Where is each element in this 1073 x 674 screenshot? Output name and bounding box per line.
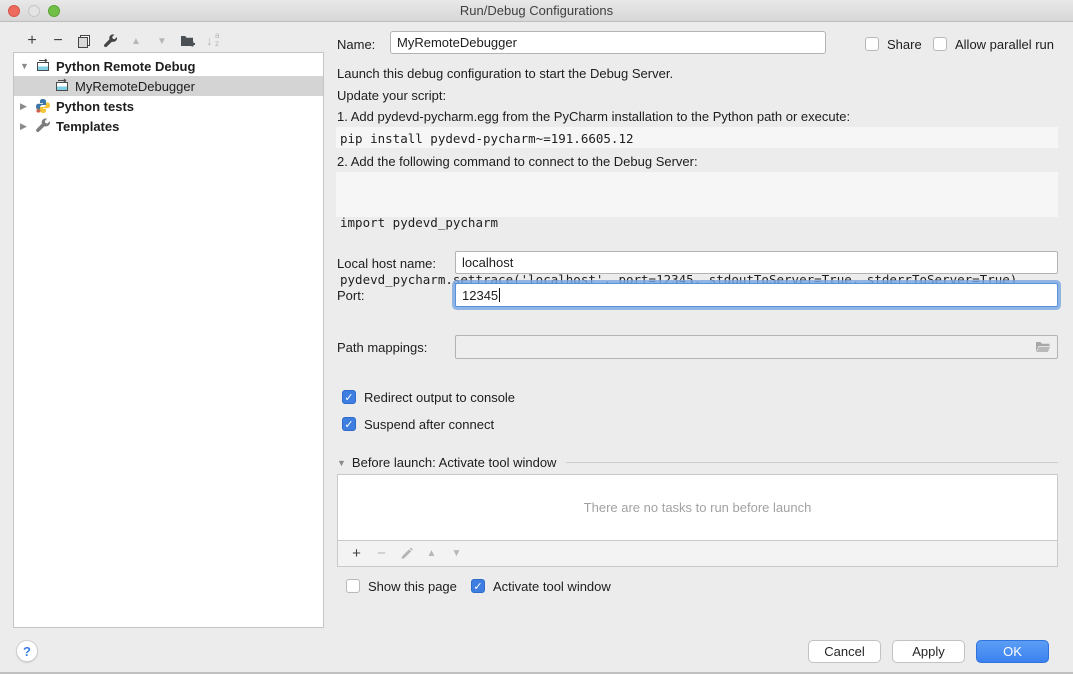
configurations-tree[interactable]: ▼ Python Remote Debug MyRemoteDebugger ▶: [13, 52, 324, 628]
tree-item-myremotedebugger[interactable]: MyRemoteDebugger: [14, 76, 323, 96]
local-host-name-input[interactable]: localhost: [455, 251, 1058, 274]
port-value: 12345: [462, 288, 498, 303]
allow-parallel-run-checkbox[interactable]: Allow parallel run: [933, 36, 1054, 52]
remove-configuration-button[interactable]: −: [45, 31, 71, 51]
tree-item-python-remote-debug[interactable]: ▼ Python Remote Debug: [14, 56, 323, 76]
chevron-collapsed-icon[interactable]: ▶: [20, 121, 35, 132]
activate-tool-window-checkbox[interactable]: Activate tool window: [471, 578, 611, 594]
tree-item-templates[interactable]: ▶ Templates: [14, 116, 323, 136]
section-divider: [566, 462, 1058, 463]
share-label: Share: [887, 37, 922, 52]
tree-item-label: Templates: [56, 119, 119, 134]
move-up-button[interactable]: ▲: [123, 31, 149, 51]
checkbox-checked-icon: [471, 579, 485, 593]
before-launch-toolbar: + − ▲ ▼: [337, 541, 1058, 567]
pip-install-command: pip install pydevd-pycharm~=191.6605.12: [336, 127, 1058, 148]
show-this-page-label: Show this page: [368, 579, 457, 594]
port-label: Port:: [337, 288, 364, 303]
tree-item-python-tests[interactable]: ▶ Python tests: [14, 96, 323, 116]
browse-folder-icon[interactable]: [1035, 340, 1051, 354]
cancel-button[interactable]: Cancel: [808, 640, 881, 663]
remove-task-button[interactable]: −: [369, 544, 394, 564]
chevron-expanded-icon[interactable]: ▼: [337, 458, 346, 468]
templates-wrench-icon: [35, 118, 51, 134]
instruction-step-2: 2. Add the following command to connect …: [337, 154, 698, 169]
window-title: Run/Debug Configurations: [0, 3, 1073, 18]
name-input[interactable]: MyRemoteDebugger: [390, 31, 826, 54]
empty-task-list-message: There are no tasks to run before launch: [584, 500, 812, 515]
remote-debug-config-icon: [54, 78, 70, 94]
activate-tool-window-label: Activate tool window: [493, 579, 611, 594]
path-mappings-label: Path mappings:: [337, 340, 427, 355]
edit-templates-wrench-icon[interactable]: [97, 31, 123, 51]
name-value: MyRemoteDebugger: [397, 35, 517, 50]
tree-item-label: Python tests: [56, 99, 134, 114]
tree-item-label: MyRemoteDebugger: [75, 79, 195, 94]
before-launch-title: Before launch: Activate tool window: [352, 455, 557, 470]
instruction-line-1: Launch this debug configuration to start…: [337, 66, 673, 81]
sort-configurations-icon[interactable]: ↓az: [201, 31, 227, 51]
checkbox-checked-icon: [342, 417, 356, 431]
move-task-up-button[interactable]: ▲: [419, 544, 444, 564]
path-mappings-input[interactable]: [455, 335, 1058, 359]
before-launch-section-header[interactable]: ▼ Before launch: Activate tool window: [337, 455, 1058, 470]
settrace-code-block: import pydevd_pycharm pydevd_pycharm.set…: [336, 172, 1058, 217]
text-cursor: [499, 288, 500, 302]
ok-button[interactable]: OK: [976, 640, 1049, 663]
local-host-name-value: localhost: [462, 255, 513, 270]
suspend-after-connect-label: Suspend after connect: [364, 417, 494, 432]
help-button[interactable]: ?: [16, 640, 38, 662]
allow-parallel-run-label: Allow parallel run: [955, 37, 1054, 52]
copy-configuration-icon[interactable]: [71, 31, 97, 51]
redirect-output-checkbox[interactable]: Redirect output to console: [342, 389, 515, 405]
edit-task-pencil-icon[interactable]: [394, 544, 419, 564]
redirect-output-label: Redirect output to console: [364, 390, 515, 405]
checkbox-unchecked-icon: [933, 37, 947, 51]
checkbox-checked-icon: [342, 390, 356, 404]
add-configuration-button[interactable]: +: [19, 31, 45, 51]
apply-button[interactable]: Apply: [892, 640, 965, 663]
suspend-after-connect-checkbox[interactable]: Suspend after connect: [342, 416, 494, 432]
tree-item-label: Python Remote Debug: [56, 59, 195, 74]
name-label: Name:: [337, 37, 375, 52]
add-task-button[interactable]: +: [344, 544, 369, 564]
move-task-down-button[interactable]: ▼: [444, 544, 469, 564]
local-host-name-label: Local host name:: [337, 256, 436, 271]
run-debug-configurations-dialog: Run/Debug Configurations + − ▲ ▼ ↓az ▼: [0, 0, 1073, 674]
code-line-1: import pydevd_pycharm: [340, 213, 1054, 232]
chevron-expanded-icon[interactable]: ▼: [20, 61, 35, 71]
remote-debug-config-icon: [35, 58, 51, 74]
before-launch-task-list[interactable]: There are no tasks to run before launch: [337, 474, 1058, 541]
instruction-step-1: 1. Add pydevd-pycharm.egg from the PyCha…: [337, 109, 850, 124]
show-this-page-checkbox[interactable]: Show this page: [346, 578, 457, 594]
python-tests-icon: [35, 98, 51, 114]
checkbox-unchecked-icon: [346, 579, 360, 593]
title-bar[interactable]: Run/Debug Configurations: [0, 0, 1073, 22]
share-checkbox[interactable]: Share: [865, 36, 922, 52]
port-input[interactable]: 12345: [455, 283, 1058, 307]
chevron-collapsed-icon[interactable]: ▶: [20, 101, 35, 112]
instruction-line-2: Update your script:: [337, 88, 446, 103]
checkbox-unchecked-icon: [865, 37, 879, 51]
new-folder-icon[interactable]: [175, 31, 201, 51]
move-down-button[interactable]: ▼: [149, 31, 175, 51]
configurations-toolbar: + − ▲ ▼ ↓az: [19, 31, 227, 51]
